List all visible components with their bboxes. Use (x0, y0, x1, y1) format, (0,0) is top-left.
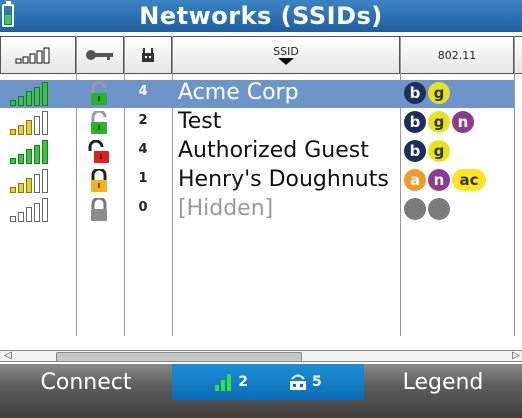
signal-strength-icon (10, 140, 70, 164)
page-title: Networks (SSIDs) (139, 2, 383, 30)
bottom-bar: Connect 2 5 Legend (0, 364, 522, 418)
signal-strength-icon (10, 111, 70, 135)
filter-buttons: 2 5 (172, 364, 364, 400)
title-bar: Networks (SSIDs) (0, 0, 522, 32)
security-column-header[interactable] (76, 36, 124, 74)
connect-button[interactable]: Connect (0, 364, 172, 400)
standards-cell (404, 198, 450, 222)
connect-label: Connect (40, 369, 132, 395)
signal-bars-icon (215, 374, 232, 391)
lock-icon (88, 196, 110, 222)
standard-badge: b (404, 111, 426, 133)
standards-cell: bg (404, 140, 450, 164)
signal-strength-icon (10, 169, 70, 193)
networks-screen: Networks (SSIDs) SSID 802.11 4 Acme Corp… (0, 0, 522, 418)
standards-cell: bgn (404, 111, 474, 135)
signal-column-header[interactable] (0, 36, 76, 74)
signal-count: 2 (238, 374, 248, 390)
ssid-cell: [Hidden] (178, 196, 274, 221)
ap-count: 5 (312, 374, 322, 390)
column-header-row: SSID 802.11 (0, 36, 522, 74)
standard-column-header[interactable]: 802.11 (400, 36, 514, 74)
horizontal-scrollbar[interactable]: ◁ ▷ (0, 350, 522, 362)
ap-filter-button[interactable]: 5 (288, 372, 322, 392)
lock-icon (88, 109, 110, 135)
ap-count-cell: 1 (138, 171, 148, 186)
legend-button[interactable]: Legend (364, 364, 522, 400)
standards-cell: bg (404, 82, 450, 106)
standard-badge: g (428, 82, 450, 104)
standard-badge: b (404, 140, 426, 162)
network-row[interactable]: 0 [Hidden] (0, 196, 514, 224)
standard-badge: b (404, 82, 426, 104)
scroll-left-icon[interactable]: ◁ (4, 351, 12, 361)
key-icon (86, 50, 113, 60)
access-point-icon (290, 374, 306, 390)
standard-badge (428, 198, 450, 220)
lock-icon (88, 80, 110, 106)
standard-badge: g (428, 111, 450, 133)
network-row[interactable]: 2 Test b g n (0, 109, 514, 137)
signal-strength-icon (10, 198, 70, 222)
ssid-column-header[interactable]: SSID (172, 36, 400, 74)
legend-label: Legend (402, 369, 484, 395)
sort-down-icon (278, 57, 294, 65)
ap-count-cell: 4 (138, 84, 148, 99)
divider (514, 36, 515, 336)
standard-badge: a (404, 169, 426, 191)
ssid-cell: Henry's Doughnuts (178, 167, 389, 192)
standard-badge: n (428, 169, 450, 191)
header-overflow (514, 36, 522, 74)
ssid-cell: Acme Corp (178, 80, 299, 105)
ssid-cell: Test (178, 109, 222, 134)
standards-cell: a n ac (404, 169, 486, 193)
ap-count-cell: 0 (138, 200, 148, 215)
signal-strength-icon (10, 82, 70, 106)
scrollbar-thumb[interactable] (56, 352, 302, 362)
standard-badge: g (428, 140, 450, 162)
standard-badge (404, 198, 426, 220)
network-row[interactable]: 4 Acme Corp b g (0, 80, 514, 108)
ap-count-cell: 4 (138, 142, 148, 157)
standard-badge: n (452, 111, 474, 133)
standard-header-label: 802.11 (437, 48, 477, 62)
ap-count-cell: 2 (138, 113, 148, 128)
ap-count-column-header[interactable] (124, 36, 172, 74)
access-point-icon (142, 48, 154, 62)
signal-bars-icon (15, 47, 50, 64)
ssid-header-label: SSID (273, 44, 299, 58)
network-row[interactable]: 1 Henry's Doughnuts a n ac (0, 167, 514, 195)
ssid-cell: Authorized Guest (178, 138, 369, 163)
signal-filter-button[interactable]: 2 (214, 372, 248, 392)
lock-icon (88, 167, 110, 193)
network-row[interactable]: 4 Authorized Guest b g (0, 138, 514, 166)
scroll-right-icon[interactable]: ▷ (512, 351, 520, 361)
lock-icon (88, 139, 110, 164)
standard-badge: ac (452, 169, 486, 191)
